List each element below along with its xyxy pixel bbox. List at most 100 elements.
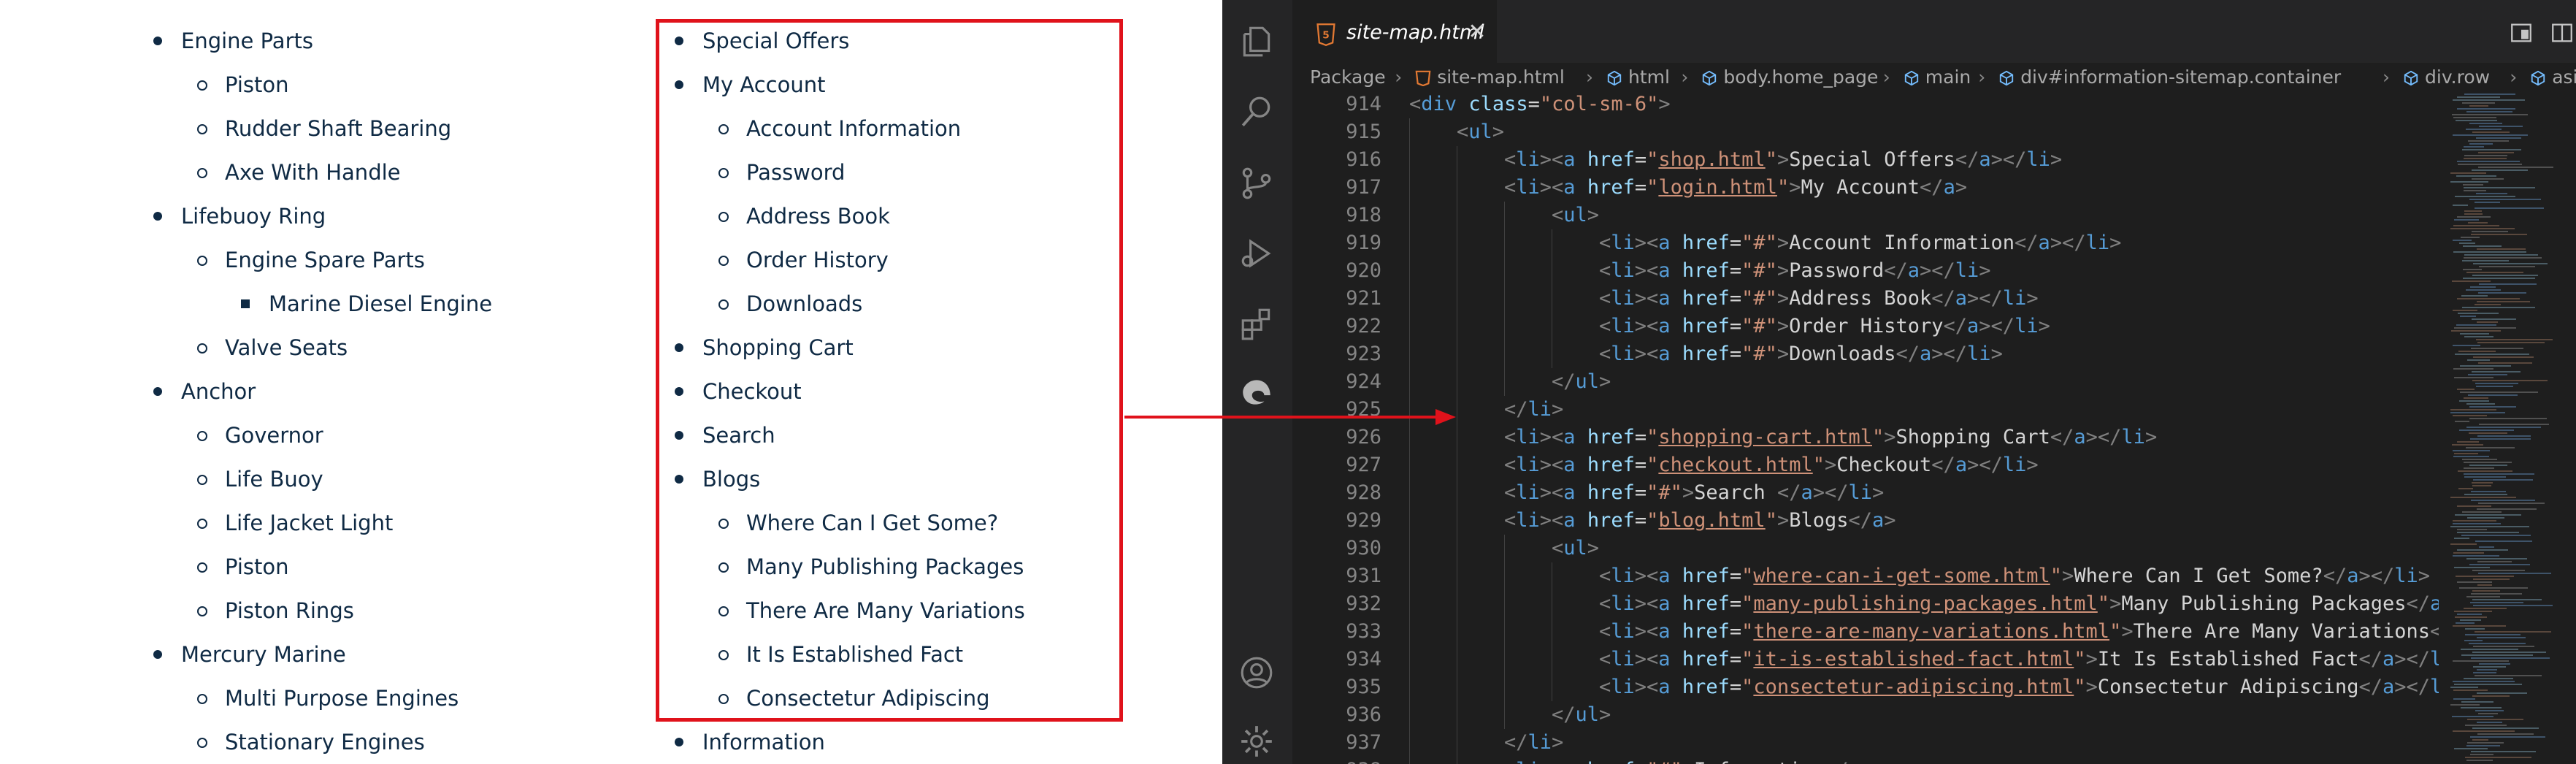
extensions-icon[interactable]: [1238, 305, 1275, 342]
code-line[interactable]: 922 <li><a href="#">Order History</a></li…: [1292, 313, 2439, 340]
list-item[interactable]: Axe With Handle: [197, 150, 401, 194]
code-line[interactable]: 934 <li><a href="it-is-established-fact.h…: [1292, 646, 2439, 673]
list-item[interactable]: Engine Spare Parts: [197, 238, 425, 282]
indent-guide: [1409, 757, 1410, 764]
list-item[interactable]: Valve Seats: [197, 326, 348, 370]
code-token: ": [1765, 148, 1777, 171]
list-item[interactable]: Life Buoy: [197, 457, 323, 501]
code-text: <li><a href="#">Search </a></li>: [1504, 479, 1884, 507]
breadcrumb-item[interactable]: Package: [1310, 63, 1386, 92]
line-number: 918: [1346, 204, 1381, 226]
open-preview-icon[interactable]: [2509, 20, 2534, 45]
code-line[interactable]: 935 <li><a href="consectetur-adipiscing.h…: [1292, 673, 2439, 701]
code-line[interactable]: 926 <li><a href="shopping-cart.html">Shop…: [1292, 424, 2439, 451]
run-debug-icon[interactable]: [1238, 235, 1275, 272]
list-item[interactable]: Rudder Shaft Bearing: [197, 107, 451, 150]
code-line[interactable]: 920 <li><a href="#">Password</a></li>: [1292, 257, 2439, 285]
code-token: ": [1812, 454, 1825, 476]
code-line[interactable]: 927 <li><a href="checkout.html">Checkout<…: [1292, 451, 2439, 479]
tab-site-map[interactable]: 5 site-map.html ✕: [1292, 0, 1497, 66]
code-token: >: [2026, 287, 2039, 310]
code-line[interactable]: 914 <div class="col-sm-6">: [1292, 91, 2439, 118]
list-item[interactable]: Mercury Marine: [153, 633, 346, 676]
code-line[interactable]: 937 </li>: [1292, 729, 2439, 757]
explorer-icon[interactable]: [1238, 23, 1275, 60]
source-control-icon[interactable]: [1238, 165, 1275, 202]
list-item[interactable]: Marine Diesel Engine: [241, 282, 492, 326]
highlight-box: [656, 19, 1123, 722]
list-item[interactable]: Stationary Engines: [197, 720, 425, 764]
code-line[interactable]: 938<li><a href="#">Information</a>: [1292, 757, 2439, 764]
indent-guide: [1409, 340, 1410, 368]
code-token: ><: [1634, 287, 1659, 310]
indent-guide: [1409, 285, 1410, 313]
circle-bullet-icon: [197, 343, 207, 354]
code-line[interactable]: 930 <ul>: [1292, 535, 2439, 562]
code-line[interactable]: 923 <li><a href="#">Downloads</a></li>: [1292, 340, 2439, 368]
minimap-line: [2453, 134, 2528, 136]
list-item[interactable]: Life Jacket Light: [197, 501, 393, 545]
code-line[interactable]: 932 <li><a href="many-publishing-packages…: [1292, 590, 2439, 618]
list-item[interactable]: Information: [675, 720, 825, 764]
breadcrumb-item[interactable]: aside#column-le: [2552, 63, 2576, 92]
list-item[interactable]: Anchor: [153, 370, 256, 413]
code-line[interactable]: 931 <li><a href="where-can-i-get-some.htm…: [1292, 562, 2439, 590]
code-line[interactable]: 919 <li><a href="#">Account Information</…: [1292, 229, 2439, 257]
code-line[interactable]: 917 <li><a href="login.html">My Account</…: [1292, 174, 2439, 202]
code-text: <ul>: [1552, 535, 1599, 562]
minimap-line: [2472, 275, 2538, 276]
minimap-line: [2472, 482, 2493, 484]
list-item[interactable]: Engine Parts: [153, 19, 313, 63]
code-token: li: [1848, 481, 1873, 504]
code-line[interactable]: 924 </ul>: [1292, 368, 2439, 396]
minimap-line: [2455, 421, 2469, 422]
minimap-line: [2450, 497, 2516, 498]
minimap-line: [2450, 412, 2505, 413]
search-icon[interactable]: [1238, 93, 1275, 130]
minimap-line: [2471, 751, 2536, 752]
minimap-line: [2475, 207, 2544, 209]
breadcrumb-item[interactable]: div.row: [2425, 63, 2490, 92]
code-token: li: [1611, 620, 1635, 643]
breadcrumb-item[interactable]: site-map.html: [1437, 63, 1565, 92]
list-item[interactable]: Piston Rings: [197, 589, 354, 633]
minimap-line: [2452, 280, 2491, 282]
list-item[interactable]: Piston: [197, 545, 289, 589]
code-line[interactable]: 925 </li>: [1292, 396, 2439, 424]
list-item[interactable]: Multi Purpose Engines: [197, 676, 459, 720]
circle-bullet-icon: [197, 256, 207, 266]
edge-browser-icon[interactable]: [1238, 374, 1275, 410]
code-token: ><: [1634, 565, 1659, 587]
code-line[interactable]: 928 <li><a href="#">Search </a></li>: [1292, 479, 2439, 507]
code-line[interactable]: 936 </ul>: [1292, 701, 2439, 729]
code-line[interactable]: 929 <li><a href="blog.html">Blogs</a>: [1292, 507, 2439, 535]
code-line[interactable]: 915 <ul>: [1292, 118, 2439, 146]
list-item[interactable]: Piston: [197, 63, 289, 107]
code-line[interactable]: 921 <li><a href="#">Address Book</a></li>: [1292, 285, 2439, 313]
breadcrumb-item[interactable]: main: [1925, 63, 1971, 92]
code-line[interactable]: 916 <li><a href="shop.html">Special Offer…: [1292, 146, 2439, 174]
line-number: 931: [1346, 565, 1381, 587]
list-item[interactable]: Lifebuoy Ring: [153, 194, 326, 238]
list-item[interactable]: Governor: [197, 413, 323, 457]
code-token: >: [1872, 481, 1885, 504]
indent-guide: [1409, 618, 1410, 646]
split-editor-icon[interactable]: [2550, 20, 2575, 45]
code-token: <: [1552, 204, 1564, 226]
code-token: <: [1504, 481, 1517, 504]
line-number: 930: [1346, 537, 1381, 559]
breadcrumb-item[interactable]: body.home_page: [1723, 63, 1878, 92]
account-icon[interactable]: [1238, 654, 1275, 691]
breadcrumb-item[interactable]: div#information-sitemap.container: [2020, 63, 2341, 92]
close-icon[interactable]: ✕: [1465, 20, 1490, 45]
code-token: shopping-cart.html: [1658, 426, 1872, 448]
code-editor[interactable]: 914 <div class="col-sm-6"> 915 <ul> 916 <li><…: [1292, 91, 2439, 764]
breadcrumb-item[interactable]: html: [1628, 63, 1670, 92]
minimap[interactable]: [2439, 91, 2576, 764]
minimap-line: [2464, 257, 2542, 259]
manage-gear-icon[interactable]: [1238, 723, 1275, 760]
code-text: <li><a href="#">Information</a>: [1504, 757, 1872, 764]
code-line[interactable]: 933 <li><a href="there-are-many-variation…: [1292, 618, 2439, 646]
code-line[interactable]: 918 <ul>: [1292, 202, 2439, 229]
